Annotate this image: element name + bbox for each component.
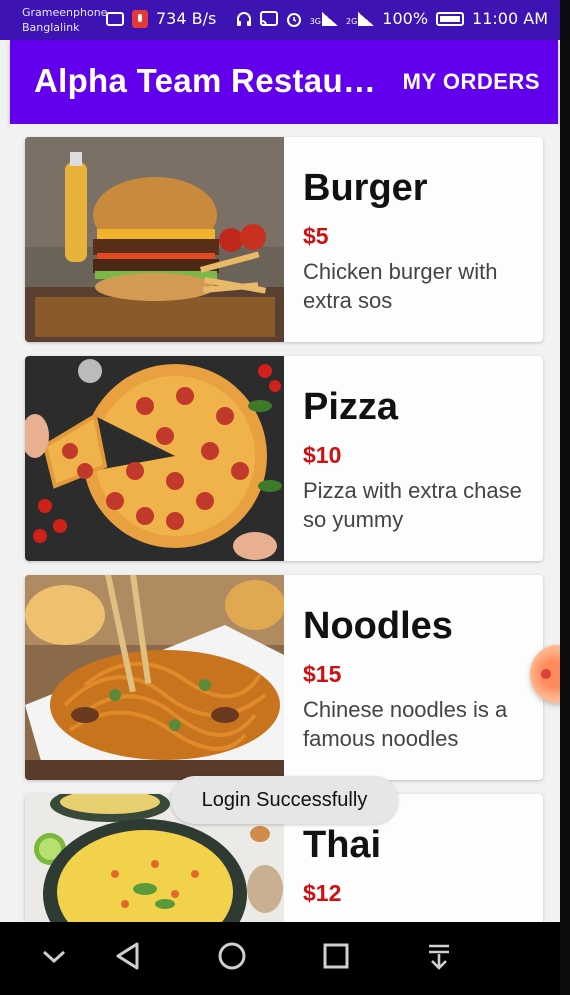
app-bar: Alpha Team Restau… MY ORDERS bbox=[10, 40, 558, 124]
chevron-down-icon[interactable] bbox=[34, 936, 74, 976]
carrier-1: Grameenphone bbox=[22, 6, 108, 19]
back-icon[interactable] bbox=[108, 936, 148, 976]
notification-pull-icon[interactable] bbox=[419, 936, 459, 976]
item-price: $10 bbox=[303, 442, 342, 468]
menu-card-noodles[interactable]: Noodles $15 Chinese noodles is a famous … bbox=[25, 575, 543, 780]
my-orders-button[interactable]: MY ORDERS bbox=[403, 69, 540, 95]
battery-percent: 100% bbox=[382, 9, 429, 28]
item-price: $12 bbox=[303, 880, 342, 906]
home-icon[interactable] bbox=[212, 936, 252, 976]
burger-image bbox=[25, 137, 284, 342]
headphones-icon bbox=[236, 11, 251, 26]
battery-icon bbox=[436, 11, 465, 26]
system-navigation-bar bbox=[0, 922, 560, 995]
pizza-image bbox=[25, 356, 284, 561]
login-toast: Login Successfully bbox=[171, 776, 398, 824]
app-screen: Grameenphone Banglalink 734 B/s 3G 2G 10… bbox=[0, 0, 560, 995]
menu-card-pizza[interactable]: Pizza $10 Pizza with extra chase so yumm… bbox=[25, 356, 543, 561]
signal-1-type: 3G bbox=[309, 16, 321, 26]
signal-2-icon bbox=[358, 11, 375, 26]
screen-edge bbox=[560, 0, 570, 995]
item-name: Noodles bbox=[303, 605, 453, 647]
menu-card-burger[interactable]: Burger $5 Chicken burger with extra sos bbox=[25, 137, 543, 342]
item-name: Thai bbox=[303, 824, 382, 866]
signal-2-type: 2G bbox=[346, 16, 358, 26]
carrier-names: Grameenphone Banglalink bbox=[22, 5, 107, 35]
status-icons-right: 3G 2G 100% 11:00 AM bbox=[236, 9, 548, 28]
noodles-image bbox=[25, 575, 284, 780]
video-camera-icon bbox=[106, 11, 124, 26]
item-price: $15 bbox=[303, 661, 342, 687]
alarm-icon bbox=[286, 12, 301, 27]
status-bar: Grameenphone Banglalink 734 B/s 3G 2G 10… bbox=[0, 0, 560, 40]
recents-icon[interactable] bbox=[316, 936, 356, 976]
item-description: Chicken burger with extra sos bbox=[303, 259, 498, 313]
app-title: Alpha Team Restau… bbox=[34, 62, 377, 99]
status-icons-left: 734 B/s bbox=[106, 9, 216, 28]
item-description: Pizza with extra chase so yummy bbox=[303, 478, 522, 532]
cast-icon bbox=[259, 10, 278, 26]
microphone-icon bbox=[132, 9, 148, 28]
item-price: $5 bbox=[303, 223, 329, 249]
network-speed: 734 B/s bbox=[156, 9, 217, 28]
carrier-2: Banglalink bbox=[22, 21, 80, 34]
item-name: Burger bbox=[303, 167, 428, 209]
signal-1-icon bbox=[322, 11, 338, 26]
clock: 11:00 AM bbox=[472, 9, 548, 28]
item-description: Chinese noodles is a famous noodles bbox=[303, 697, 508, 751]
item-name: Pizza bbox=[303, 386, 399, 428]
